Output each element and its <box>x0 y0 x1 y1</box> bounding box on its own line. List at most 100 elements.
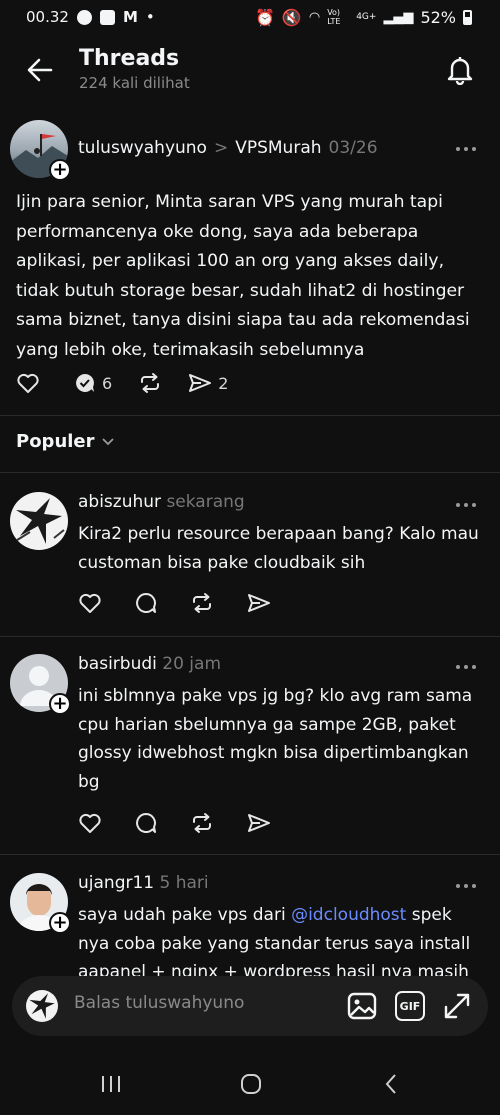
status-bar: 00.32 M • ⏰ 🔇 ◠ Vo) LTE 4G+ ▂▄▆ 52% <box>0 0 500 34</box>
gallery-icon <box>99 9 115 25</box>
reply-time: sekarang <box>166 492 245 512</box>
system-back-button[interactable] <box>371 1068 411 1100</box>
comment-icon <box>136 593 156 613</box>
heart-icon <box>79 813 101 833</box>
repost-icon <box>193 813 211 833</box>
like-button[interactable] <box>16 372 40 394</box>
wifi-icon: ◠ <box>308 9 321 25</box>
more-options-icon[interactable] <box>456 662 480 672</box>
home-button[interactable] <box>231 1068 271 1100</box>
reply-actions <box>78 592 271 614</box>
reply-avatar[interactable] <box>10 492 68 550</box>
reply-time: 20 jam <box>162 654 222 674</box>
reply-body: saya udah pake vps dari @idcloudhost spe… <box>78 901 488 976</box>
reply-body: ini sblmnya pake vps jg bg? klo avg ram … <box>78 686 473 792</box>
attach-image-button[interactable] <box>346 991 378 1021</box>
follow-plus-icon[interactable]: + <box>49 912 71 934</box>
community-name[interactable]: VPSMurah <box>235 138 321 158</box>
author-username[interactable]: tuluswyahyuno <box>78 138 207 158</box>
more-options-icon[interactable] <box>456 500 480 510</box>
reply-button[interactable] <box>135 812 157 834</box>
reply-username[interactable]: abiszuhur <box>78 492 161 512</box>
manga-avatar-image <box>13 498 65 544</box>
repost-button[interactable] <box>138 372 162 394</box>
chevron-left-icon <box>385 1074 396 1094</box>
reply-username[interactable]: basirbudi <box>78 654 157 674</box>
send-icon <box>248 814 270 832</box>
battery-percent: 52% <box>420 7 456 27</box>
gmail-icon: M <box>122 8 138 26</box>
page-title: Threads <box>79 46 180 71</box>
repost-button[interactable] <box>190 592 214 614</box>
header: Threads 224 kali dilihat <box>0 40 500 100</box>
volte-label: Vo) LTE <box>327 8 341 26</box>
like-button[interactable] <box>78 812 102 834</box>
reply-username[interactable]: ujangr11 <box>78 873 154 893</box>
back-button[interactable] <box>22 52 58 88</box>
gif-button[interactable]: GIF <box>395 991 425 1021</box>
divider <box>0 415 500 416</box>
signal-icon: ▂▄▆ <box>383 9 414 25</box>
recent-apps-icon <box>102 1076 120 1092</box>
divider <box>0 636 500 637</box>
reply-button[interactable]: 6 <box>74 372 112 394</box>
share-button[interactable]: 2 <box>188 372 228 394</box>
follow-plus-icon[interactable]: + <box>49 693 71 715</box>
status-time: 00.32 <box>26 8 69 26</box>
reply-body: Kira2 perlu resource berapaan bang? Kalo… <box>78 524 479 573</box>
reply-meta: abiszuhur sekarang <box>78 492 245 512</box>
reply-time: 5 hari <box>159 873 209 893</box>
reply-button[interactable] <box>135 592 157 614</box>
gif-label: GIF <box>399 999 421 1013</box>
battery-icon <box>463 9 472 25</box>
reply-composer: GIF <box>12 976 488 1036</box>
share-button[interactable] <box>247 812 271 834</box>
post-actions: 6 2 <box>16 372 228 394</box>
like-button[interactable] <box>78 592 102 614</box>
share-button[interactable] <box>247 592 271 614</box>
expand-icon <box>444 993 470 1019</box>
reply-actions <box>78 812 271 834</box>
image-icon <box>347 992 377 1020</box>
notification-button[interactable] <box>442 52 478 88</box>
divider <box>0 472 500 473</box>
comment-icon <box>136 813 156 833</box>
repost-button[interactable] <box>190 812 214 834</box>
more-options-icon[interactable] <box>456 144 480 154</box>
system-nav-bar <box>0 1054 500 1115</box>
reply-meta: basirbudi 20 jam <box>78 654 221 674</box>
recent-apps-button[interactable] <box>91 1068 131 1100</box>
repost-icon <box>193 593 211 613</box>
mention-link[interactable]: @idcloudhost <box>291 905 406 925</box>
football-icon <box>76 9 92 25</box>
more-options-icon[interactable] <box>456 881 480 891</box>
expand-button[interactable] <box>442 991 472 1021</box>
heart-icon <box>17 373 39 393</box>
reply-count: 6 <box>102 373 113 393</box>
network-label: 4G+ <box>356 12 377 22</box>
share-count: 2 <box>218 373 229 393</box>
post-meta: tuluswyahyuno > VPSMurah 03/26 <box>78 138 378 158</box>
reply-text-start: saya udah pake vps dari <box>78 905 292 925</box>
post-body: Ijin para senior, Minta saran VPS yang m… <box>16 192 470 360</box>
reply-meta: ujangr11 5 hari <box>78 873 209 893</box>
status-right: ⏰ 🔇 ◠ Vo) LTE 4G+ ▂▄▆ 52% <box>255 8 472 27</box>
back-arrow-icon <box>27 58 53 82</box>
chevron-down-icon <box>101 437 114 445</box>
status-left: 00.32 M • <box>26 8 155 26</box>
divider <box>0 854 500 855</box>
post-date: 03/26 <box>328 138 378 158</box>
send-icon <box>189 374 212 392</box>
alarm-icon: ⏰ <box>255 7 275 27</box>
composer-avatar <box>26 990 58 1022</box>
follow-plus-icon[interactable]: + <box>49 159 71 181</box>
heart-icon <box>79 593 101 613</box>
sort-dropdown[interactable]: Populer <box>16 431 115 452</box>
reply-input[interactable] <box>74 993 324 1013</box>
home-icon <box>241 1074 261 1094</box>
reply-bubble-check-icon <box>76 374 94 392</box>
chevron-right-icon: > <box>213 138 229 158</box>
reply-item: + ujangr11 5 hari saya udah pake vps dar… <box>0 873 500 976</box>
manga-avatar-image <box>29 993 55 1019</box>
bell-icon <box>447 57 473 85</box>
